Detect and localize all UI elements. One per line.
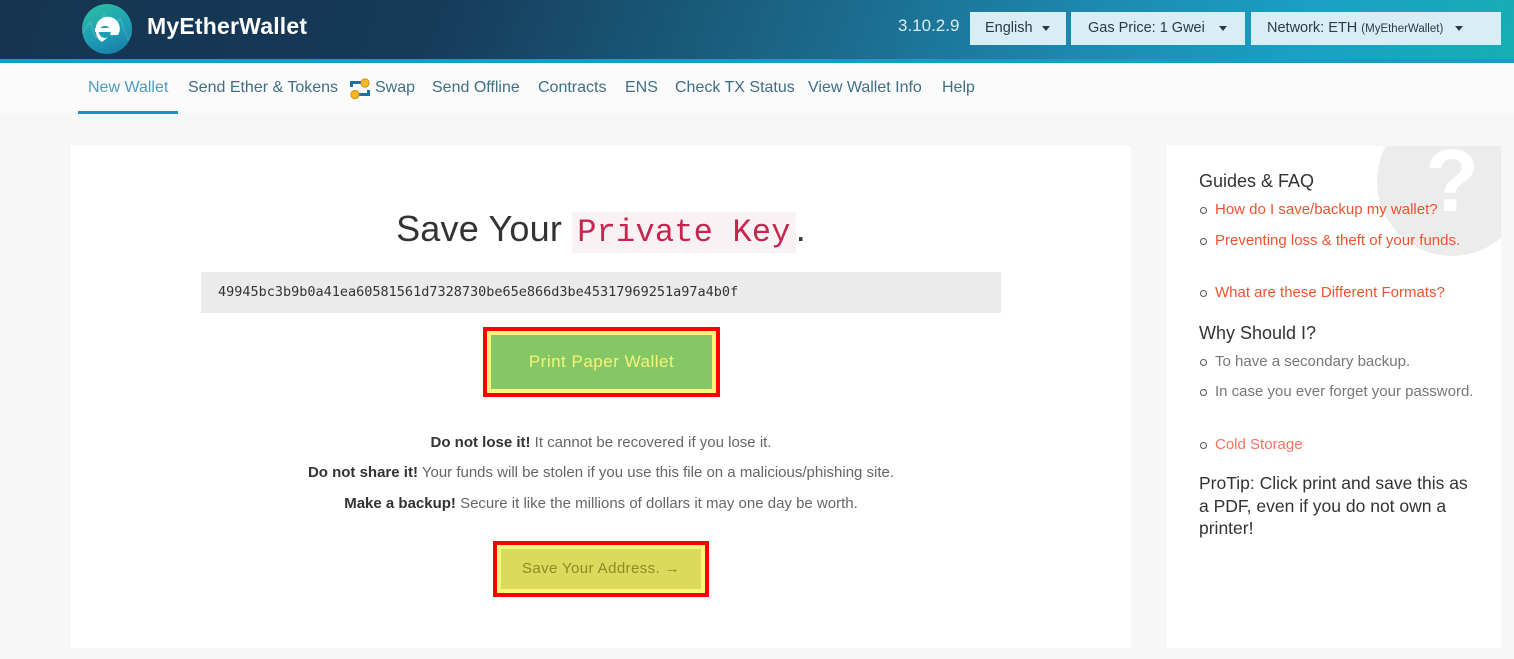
nav-tab-send-offline[interactable]: Send Offline <box>432 79 520 97</box>
network-dropdown-sublabel: (MyEtherWallet) <box>1361 23 1444 35</box>
warning-text: It cannot be recovered if you lose it. <box>530 434 772 451</box>
caret-down-icon <box>1455 25 1464 31</box>
brand-name[interactable]: MyEtherWallet <box>147 13 307 40</box>
bullet-icon <box>1200 389 1207 396</box>
language-dropdown-label: English <box>985 20 1033 36</box>
bullet-icon <box>1200 207 1207 214</box>
bullet-icon <box>1200 238 1207 245</box>
top-header: MyEtherWallet 3.10.2.9 English Gas Price… <box>0 0 1514 59</box>
myetherwallet-logo-icon[interactable] <box>82 4 132 54</box>
caret-down-icon <box>1218 25 1227 31</box>
nav-tab-send-ether-tokens[interactable]: Send Ether & Tokens <box>188 79 338 97</box>
title-prefix: Save Your <box>396 208 573 249</box>
guide-list-item: What are these Different Formats? <box>1199 282 1479 304</box>
nav-tab-new-wallet[interactable]: New Wallet <box>88 79 168 97</box>
why-list-item: Cold Storage <box>1199 434 1479 456</box>
title-suffix: . <box>795 208 806 249</box>
guide-link-different-formats[interactable]: What are these Different Formats? <box>1215 284 1445 301</box>
guide-link-preventing-loss[interactable]: Preventing loss & theft of your funds. <box>1215 232 1460 249</box>
why-list-item: To have a secondary backup. <box>1199 351 1479 373</box>
main-nav: New Wallet Send Ether & Tokens Swap Send… <box>0 63 1514 114</box>
warning-bold: Make a backup! <box>344 495 456 512</box>
why-list-item: In case you ever forget your password. <box>1199 381 1479 403</box>
bullet-icon <box>1200 442 1207 449</box>
gas-price-dropdown[interactable]: Gas Price: 1 Gwei <box>1071 12 1245 45</box>
bullet-icon <box>1200 359 1207 366</box>
warning-do-not-share: Do not share it! Your funds will be stol… <box>71 464 1131 481</box>
network-dropdown-label: Network: ETH <box>1267 20 1358 36</box>
caret-down-icon <box>1041 25 1050 31</box>
network-dropdown[interactable]: Network: ETH (MyEtherWallet) <box>1251 12 1501 45</box>
warning-bold: Do not lose it! <box>430 434 531 451</box>
title-code-private-key: Private Key <box>572 212 796 253</box>
print-paper-wallet-button[interactable]: Print Paper Wallet <box>491 335 712 389</box>
help-sidebar: ? Guides & FAQ How do I save/backup my w… <box>1167 146 1501 648</box>
next-button-highlight: Save Your Address. → <box>493 541 709 597</box>
bullet-icon <box>1200 290 1207 297</box>
protip-text: ProTip: Click print and save this as a P… <box>1199 473 1468 538</box>
guide-list-item: How do I save/backup my wallet? <box>1199 199 1479 221</box>
print-button-highlight: Print Paper Wallet <box>483 327 720 397</box>
nav-tab-swap[interactable]: Swap <box>375 79 415 97</box>
warning-text: Your funds will be stolen if you use thi… <box>417 464 895 481</box>
nav-tab-check-tx-status[interactable]: Check TX Status <box>675 79 795 97</box>
warning-bold: Do not share it! <box>307 464 418 481</box>
guides-faq-heading: Guides & FAQ <box>1199 171 1315 191</box>
version-label: 3.10.2.9 <box>898 16 960 35</box>
save-private-key-panel: Save Your Private Key. 49945bc3b9b0a41ea… <box>71 146 1131 648</box>
nav-tab-view-wallet-info[interactable]: View Wallet Info <box>808 79 922 97</box>
guide-link-save-backup[interactable]: How do I save/backup my wallet? <box>1215 201 1438 218</box>
save-your-address-button[interactable]: Save Your Address. → <box>501 549 701 589</box>
nav-tab-contracts[interactable]: Contracts <box>538 79 606 97</box>
private-key-field[interactable]: 49945bc3b9b0a41ea60581561d7328730be65e86… <box>201 272 1001 313</box>
nav-tab-help[interactable]: Help <box>942 79 975 97</box>
warning-text: Secure it like the millions of dollars i… <box>455 495 858 512</box>
guide-list-item: Preventing loss & theft of your funds. <box>1199 230 1479 252</box>
swap-icon <box>350 78 370 100</box>
nav-active-indicator <box>78 111 178 114</box>
gas-price-dropdown-label: Gas Price: 1 Gwei <box>1088 20 1205 36</box>
warning-do-not-lose: Do not lose it! It cannot be recovered i… <box>71 434 1131 451</box>
cold-storage-link[interactable]: Cold Storage <box>1215 436 1303 453</box>
nav-tab-ens[interactable]: ENS <box>625 79 658 97</box>
why-should-i-heading: Why Should I? <box>1199 323 1317 343</box>
why-item-text: To have a secondary backup. <box>1215 353 1411 370</box>
page-title: Save Your Private Key. <box>71 208 1131 253</box>
why-item-text: In case you ever forget your password. <box>1215 383 1474 400</box>
warning-make-backup: Make a backup! Secure it like the millio… <box>71 495 1131 512</box>
language-dropdown[interactable]: English <box>970 12 1066 45</box>
